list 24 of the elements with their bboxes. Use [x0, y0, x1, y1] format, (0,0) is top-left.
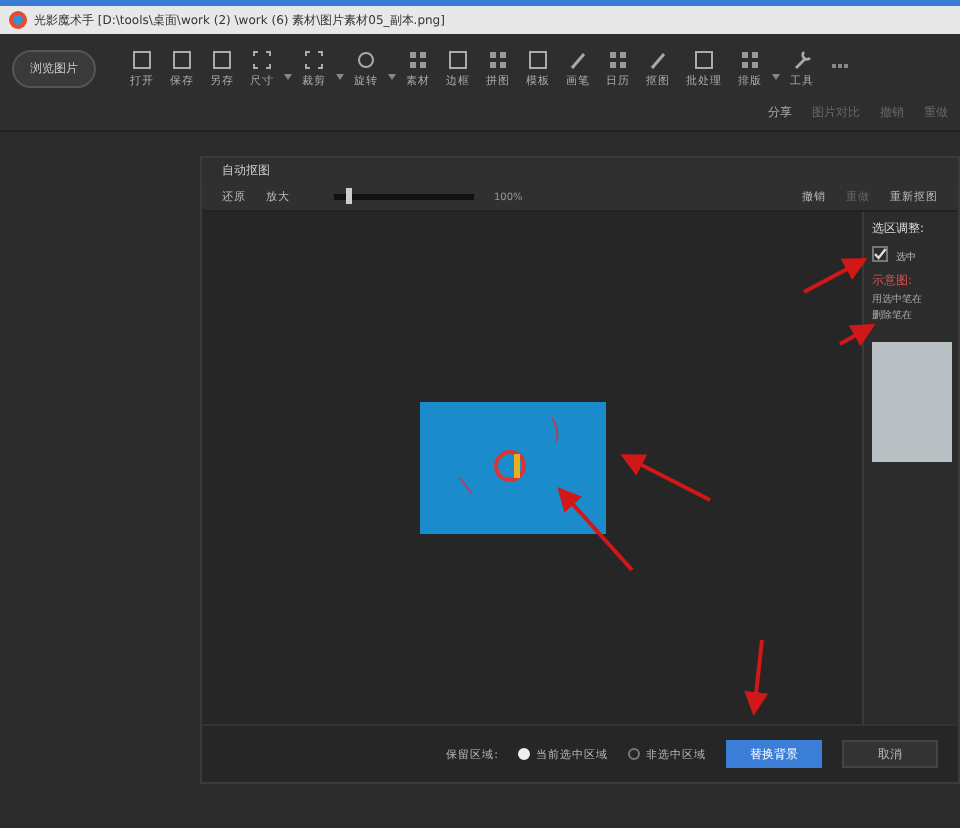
- more-icon[interactable]: [832, 64, 848, 72]
- tool-icon: [608, 49, 628, 69]
- annotation-arrow: [744, 639, 769, 716]
- dropdown-caret-icon[interactable]: [772, 73, 780, 79]
- app-logo-icon: [8, 10, 28, 30]
- dropdown-caret-icon[interactable]: [336, 73, 344, 79]
- annotation-arrow: [803, 258, 868, 294]
- slider-thumb[interactable]: [346, 188, 352, 204]
- dropdown-caret-icon[interactable]: [284, 73, 292, 79]
- tool-icon: [408, 49, 428, 69]
- tool-icon: [648, 49, 668, 69]
- tool-icon: [694, 49, 714, 69]
- checkbox[interactable]: [872, 246, 888, 262]
- annotation-arrow: [839, 324, 876, 347]
- tool-icon: [792, 49, 812, 69]
- tool-icon: [356, 49, 376, 69]
- tool-icon: [488, 49, 508, 69]
- tool-icon: [252, 49, 272, 69]
- dropdown-caret-icon[interactable]: [388, 73, 396, 79]
- tool-icon: [740, 49, 760, 69]
- photo-placeholder: [872, 342, 952, 462]
- radio-icon[interactable]: [628, 748, 640, 760]
- tool-icon: [448, 49, 468, 69]
- tool-icon: [304, 49, 324, 69]
